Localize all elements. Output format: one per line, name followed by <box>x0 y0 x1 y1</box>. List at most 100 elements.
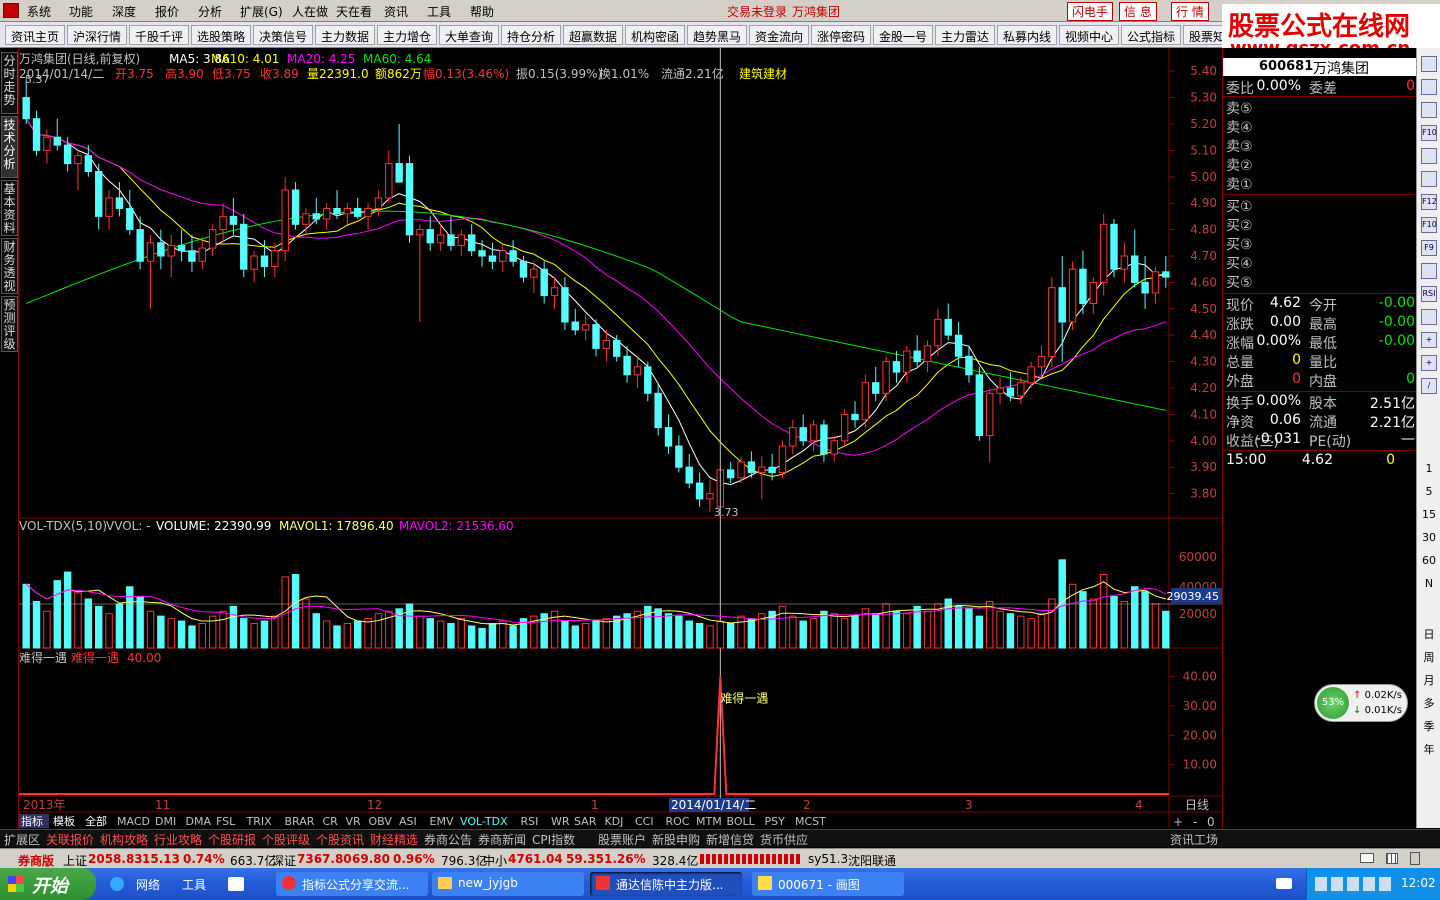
indicator-tab-6[interactable]: FSL <box>216 815 236 828</box>
bottom-tab-13[interactable]: 新增信贷 <box>706 831 754 848</box>
indicator-tab-22[interactable]: BOLL <box>727 815 756 828</box>
toolbar-btn-1[interactable]: 沪深行情 <box>67 25 128 45</box>
indicator-tab-21[interactable]: MTM <box>696 815 722 828</box>
toolbar-btn-14[interactable]: 金股一号 <box>873 25 934 45</box>
vtab-rating[interactable]: 预测评级 <box>1 296 18 352</box>
bottom-tab-4[interactable]: 个股研报 <box>208 831 256 848</box>
menu-function[interactable]: 功能 <box>69 3 93 20</box>
toolbar-btn-10[interactable]: 机构密函 <box>625 25 686 45</box>
toolbar-btn-13[interactable]: 涨停密码 <box>811 25 872 45</box>
vtab-fundamental[interactable]: 基本资料 <box>1 180 18 236</box>
toolbar-btn-2[interactable]: 千股千评 <box>129 25 190 45</box>
indicator-tab-10[interactable]: VR <box>346 815 362 828</box>
menu-tools[interactable]: 工具 <box>427 3 451 20</box>
tools-menu[interactable]: 工具 <box>182 876 206 893</box>
toolbar-btn-8[interactable]: 持仓分析 <box>501 25 562 45</box>
trend-icon[interactable] <box>1421 309 1437 325</box>
indicator-tab-8[interactable]: BRAR <box>285 815 315 828</box>
bottom-tab-5[interactable]: 个股评级 <box>262 831 310 848</box>
bottom-tab-8[interactable]: 券商公告 <box>424 831 472 848</box>
period-3[interactable]: 多 <box>1417 695 1440 711</box>
indicator-tab-13[interactable]: EMV <box>430 815 454 828</box>
start-button[interactable]: 开始 <box>0 868 96 900</box>
task-formula-share[interactable]: 指标公式分享交流... <box>276 872 428 896</box>
indicator-tab-11[interactable]: OBV <box>369 815 393 828</box>
menu-system[interactable]: 系统 <box>27 3 51 20</box>
bottom-tab-6[interactable]: 个股资讯 <box>316 831 364 848</box>
period-4[interactable]: 季 <box>1417 718 1440 734</box>
toolbar-btn-0[interactable]: 资讯主页 <box>5 25 66 45</box>
period-min-N[interactable]: N <box>1417 577 1440 590</box>
menu-help[interactable]: 帮助 <box>470 3 494 20</box>
toolbar-btn-16[interactable]: 私募内线 <box>997 25 1058 45</box>
indicator-tab-18[interactable]: KDJ <box>605 815 624 828</box>
bottom-tab-14[interactable]: 货币供应 <box>760 831 808 848</box>
indicator-tab-14[interactable]: VOL-TDX <box>460 815 508 828</box>
period-0[interactable]: 日 <box>1417 626 1440 642</box>
index-icon[interactable] <box>1421 171 1437 187</box>
f9-icon[interactable]: F9 <box>1421 240 1437 256</box>
toolbar-btn-17[interactable]: 视频中心 <box>1059 25 1120 45</box>
period-min-60[interactable]: 60 <box>1417 554 1440 567</box>
indicator-tab-1[interactable]: 模板 <box>53 814 75 828</box>
f12-icon[interactable]: F12 <box>1421 194 1437 210</box>
period-min-5[interactable]: 5 <box>1417 485 1440 498</box>
network-menu[interactable]: 网络 <box>136 876 160 893</box>
quicklaunch-icon[interactable] <box>228 877 244 891</box>
toolbar-btn-4[interactable]: 决策信号 <box>253 25 314 45</box>
task-paint[interactable]: 000671 - 画图 <box>752 872 904 896</box>
indicator-tab-20[interactable]: ROC <box>666 815 690 828</box>
draw-icon[interactable]: / <box>1421 378 1437 394</box>
toolbar-btn-15[interactable]: 主力雷达 <box>935 25 996 45</box>
menu-renzaizuo[interactable]: 人在做 <box>292 3 328 20</box>
vtab-intraday[interactable]: 分时走势 <box>1 52 18 114</box>
toolbar-btn-7[interactable]: 大单查询 <box>439 25 500 45</box>
phone-icon[interactable] <box>1410 852 1420 865</box>
bottom-tab-7[interactable]: 财经精选 <box>370 831 418 848</box>
keyboard-icon[interactable] <box>1276 878 1292 889</box>
task-folder[interactable]: new_jyjgb <box>432 872 584 896</box>
indicator-tab-3[interactable]: MACD <box>117 815 150 828</box>
move-icon[interactable]: + <box>1421 332 1437 348</box>
menu-info[interactable]: 资讯 <box>384 3 408 20</box>
bottom-tab-2[interactable]: 机构攻略 <box>100 831 148 848</box>
menu-quote[interactable]: 报价 <box>155 3 179 20</box>
zoom-out-button[interactable]: - <box>1193 815 1197 828</box>
period-5[interactable]: 年 <box>1417 741 1440 757</box>
quote-button[interactable]: 行 情 <box>1171 2 1209 21</box>
menu-extend[interactable]: 扩展(G) <box>240 3 283 20</box>
period-1[interactable]: 周 <box>1417 649 1440 665</box>
indicator-tab-23[interactable]: PSY <box>765 815 786 828</box>
period-2[interactable]: 月 <box>1417 672 1440 688</box>
fund-icon[interactable] <box>1421 148 1437 164</box>
toolbar-btn-9[interactable]: 超赢数据 <box>563 25 624 45</box>
mail-icon[interactable] <box>1360 853 1374 863</box>
toolbar-btn-5[interactable]: 主力数据 <box>315 25 376 45</box>
grid-icon[interactable] <box>1386 853 1398 864</box>
f10-icon[interactable]: F10 <box>1421 125 1437 141</box>
toolbar-btn-6[interactable]: 主力增仓 <box>377 25 438 45</box>
task-tdx[interactable]: 通达信陈中主力版... <box>590 872 742 896</box>
indicator-tab-9[interactable]: CR <box>323 815 339 828</box>
toolbar-btn-11[interactable]: 趋势黑马 <box>687 25 748 45</box>
flash-trade-button[interactable]: 闪电手 <box>1067 2 1114 21</box>
ie-icon[interactable] <box>110 877 124 891</box>
list-icon[interactable] <box>1421 79 1437 95</box>
zoom-icon[interactable]: + <box>1421 355 1437 371</box>
indicator-tab-4[interactable]: DMI <box>155 815 176 828</box>
bottom-tab-1[interactable]: 关联报价 <box>46 831 94 848</box>
indicator-tab-12[interactable]: ASI <box>399 815 417 828</box>
period-min-1[interactable]: 1 <box>1417 462 1440 475</box>
indicator-tab-0[interactable]: 指标 <box>21 814 43 828</box>
toolbar-btn-18[interactable]: 公式指标 <box>1121 25 1182 45</box>
indicator-tab-2[interactable]: 全部 <box>85 814 107 828</box>
menu-tianzaikan[interactable]: 天在看 <box>336 3 372 20</box>
bottom-tab-12[interactable]: 新股申购 <box>652 831 700 848</box>
ranking-icon[interactable] <box>1421 56 1437 72</box>
menu-analysis[interactable]: 分析 <box>198 3 222 20</box>
bottom-tab-11[interactable]: 股票账户 <box>598 831 646 848</box>
zoom-in-button[interactable]: + <box>1173 815 1183 828</box>
message-button[interactable]: 信 息 <box>1119 2 1157 21</box>
vtab-technical[interactable]: 技术分析 <box>1 116 18 178</box>
indicator-tab-7[interactable]: TRIX <box>246 815 273 828</box>
